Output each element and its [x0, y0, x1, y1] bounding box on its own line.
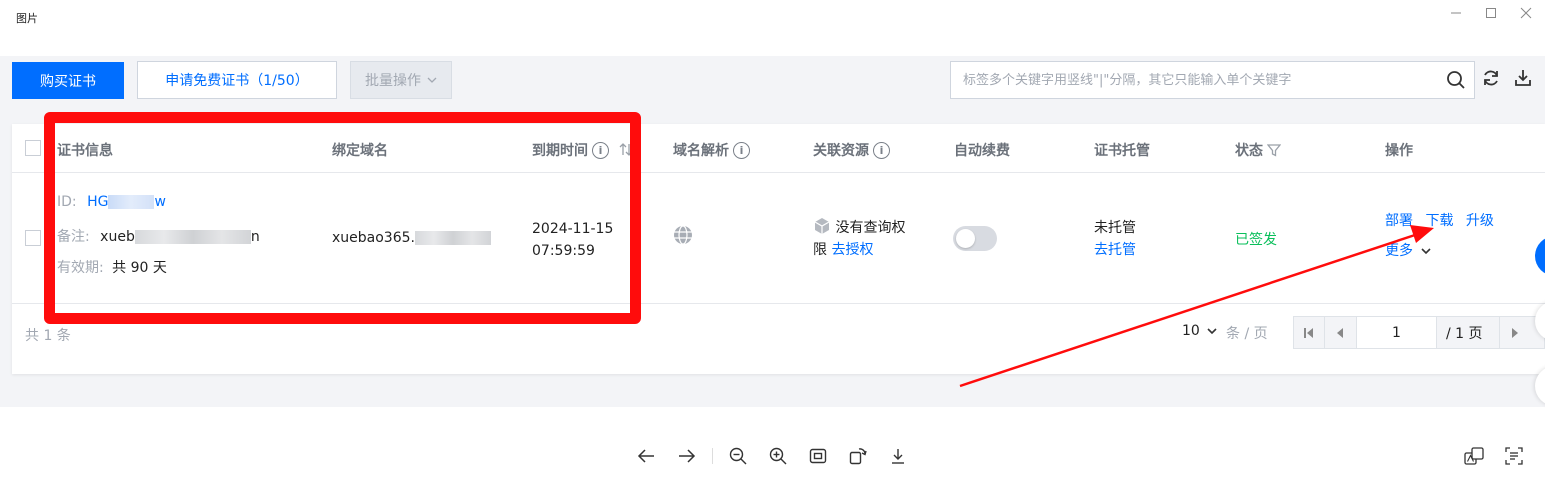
- zoom-out-icon[interactable]: [728, 446, 748, 466]
- translate-icon[interactable]: [1464, 446, 1484, 466]
- fit-screen-icon[interactable]: [808, 446, 828, 466]
- extract-text-icon[interactable]: [1504, 446, 1524, 466]
- annotation-arrow: [959, 225, 1434, 388]
- save-image-icon[interactable]: [888, 446, 908, 466]
- divider: [712, 448, 713, 464]
- rotate-icon[interactable]: [848, 446, 868, 466]
- zoom-in-icon[interactable]: [768, 446, 788, 466]
- next-image-icon[interactable]: [677, 446, 697, 466]
- previous-image-icon[interactable]: [636, 446, 656, 466]
